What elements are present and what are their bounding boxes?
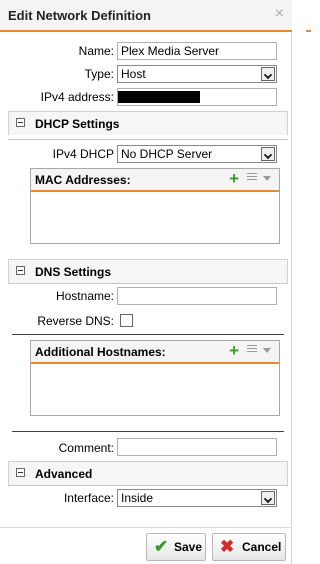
footer-divider	[0, 527, 292, 528]
ipv4-dhcp-label: IPv4 DHCP	[52, 147, 114, 161]
comment-input[interactable]	[117, 438, 277, 456]
add-icon[interactable]: +	[229, 342, 239, 360]
mac-addresses-title: MAC Addresses:	[35, 173, 131, 187]
cancel-button-label: Cancel	[242, 540, 282, 554]
interface-label: Interface:	[63, 491, 114, 505]
section-divider	[8, 485, 288, 486]
additional-hostnames-list[interactable]: Additional Hostnames: +	[30, 340, 280, 416]
collapse-toggle-icon[interactable]	[16, 118, 25, 127]
cancel-button[interactable]: ✖ Cancel	[212, 533, 286, 561]
checkmark-icon: ✔	[154, 537, 169, 556]
section-divider	[8, 283, 288, 284]
collapse-toggle-icon[interactable]	[16, 468, 25, 477]
hostname-input[interactable]	[117, 287, 277, 305]
interface-select[interactable]: Inside	[117, 489, 277, 507]
dialog-titlebar[interactable]: Edit Network Definition ×	[0, 0, 292, 32]
section-divider	[8, 139, 288, 140]
type-select[interactable]: Host	[117, 65, 277, 83]
hostname-label: Hostname:	[55, 289, 114, 303]
comment-label: Comment:	[58, 441, 114, 455]
background-window-edge	[306, 0, 311, 32]
chevron-down-icon	[261, 67, 275, 81]
mac-addresses-header: MAC Addresses: +	[31, 169, 279, 192]
dhcp-settings-section-header[interactable]: DHCP Settings	[8, 111, 288, 135]
save-button[interactable]: ✔ Save	[146, 533, 206, 561]
reverse-dns-checkbox[interactable]	[120, 314, 133, 327]
advanced-title: Advanced	[35, 467, 93, 481]
advanced-section-header[interactable]: Advanced	[8, 461, 288, 485]
interface-select-value: Inside	[121, 491, 154, 505]
dns-settings-section-header[interactable]: DNS Settings	[8, 259, 288, 283]
additional-hostnames-header: Additional Hostnames: +	[31, 341, 279, 364]
chevron-down-icon	[261, 147, 275, 161]
edit-network-dialog: Edit Network Definition × Name: Plex Med…	[0, 0, 292, 564]
dns-settings-title: DNS Settings	[35, 265, 112, 279]
dialog-title: Edit Network Definition	[8, 8, 151, 23]
mac-addresses-list[interactable]: MAC Addresses: +	[30, 168, 280, 244]
type-label: Type:	[84, 67, 114, 81]
list-menu-icon[interactable]	[247, 345, 273, 357]
type-select-value: Host	[121, 67, 146, 81]
close-icon[interactable]: ×	[275, 5, 284, 23]
add-icon[interactable]: +	[229, 170, 239, 188]
chevron-down-icon	[261, 491, 275, 505]
x-mark-icon: ✖	[220, 537, 235, 556]
section-divider	[12, 431, 284, 432]
section-divider	[12, 334, 284, 335]
additional-hostnames-title: Additional Hostnames:	[35, 345, 166, 359]
ipv4-dhcp-select-value: No DHCP Server	[121, 147, 213, 161]
name-input[interactable]: Plex Media Server	[117, 42, 277, 60]
ipv4-address-label: IPv4 address:	[40, 90, 114, 104]
name-label: Name:	[78, 44, 114, 58]
ipv4-dhcp-select[interactable]: No DHCP Server	[117, 145, 277, 163]
dhcp-settings-title: DHCP Settings	[35, 117, 120, 131]
reverse-dns-label: Reverse DNS:	[37, 314, 114, 328]
redacted-ipv4-value	[118, 91, 200, 103]
save-button-label: Save	[174, 540, 203, 554]
collapse-toggle-icon[interactable]	[16, 266, 25, 275]
list-menu-icon[interactable]	[247, 173, 273, 185]
